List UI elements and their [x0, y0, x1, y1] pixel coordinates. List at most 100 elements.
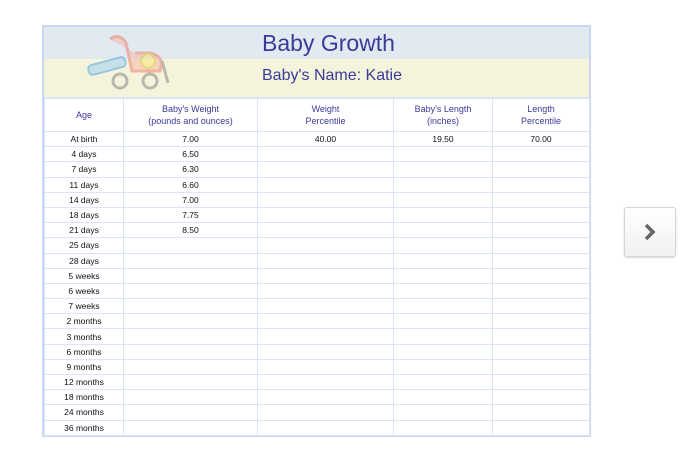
table-cell: 21 days	[44, 222, 124, 239]
table-row: 28 days	[44, 252, 590, 269]
table-cell	[123, 419, 258, 436]
table-row: 5 weeks	[44, 267, 590, 284]
table-row: 6 weeks	[44, 282, 590, 300]
table-cell: 14 days	[44, 191, 124, 208]
table-cell: 6.50	[123, 146, 258, 163]
table-cell	[257, 191, 394, 208]
table-row: 7 weeks	[44, 298, 590, 315]
table-row: 9 months	[44, 358, 590, 376]
growth-table: Age Baby's Weight (pounds and ounces) Weigh…	[44, 98, 590, 436]
table-cell	[257, 222, 394, 239]
table-cell	[492, 328, 590, 345]
table-cell	[257, 282, 394, 300]
table-cell	[393, 313, 493, 330]
table-cell	[492, 267, 590, 284]
table-cell	[492, 389, 590, 406]
table-cell	[393, 176, 493, 193]
table-cell	[393, 267, 493, 284]
baby-stroller-icon	[87, 35, 170, 90]
table-cell	[123, 267, 258, 284]
table-cell: 70.00	[492, 130, 590, 148]
next-button[interactable]	[624, 207, 676, 257]
table-cell: 18 months	[44, 389, 124, 406]
table-row: 18 months	[44, 389, 590, 406]
table-row: 12 months	[44, 373, 590, 391]
table-row: 25 days	[44, 237, 590, 254]
table-cell	[393, 161, 493, 178]
table-cell: 2 months	[44, 313, 124, 330]
table-cell	[257, 373, 394, 391]
table-cell	[393, 298, 493, 315]
sheet-title: Baby Growth	[262, 30, 395, 56]
table-cell	[393, 419, 493, 436]
table-cell	[492, 419, 590, 436]
table-cell	[492, 237, 590, 254]
table-cell: 7.75	[123, 206, 258, 224]
table-cell: At birth	[44, 130, 124, 148]
table-cell	[492, 404, 590, 421]
table-cell	[492, 206, 590, 224]
table-cell	[492, 146, 590, 163]
table-cell	[257, 343, 394, 360]
table-cell: 4 days	[44, 146, 124, 163]
table-cell	[393, 389, 493, 406]
table-cell	[257, 206, 394, 224]
table-cell: 6.30	[123, 161, 258, 178]
table-cell: 11 days	[44, 176, 124, 193]
table-cell	[257, 176, 394, 193]
table-row: 4 days 6.50	[44, 146, 590, 163]
table-cell: 7.00	[123, 191, 258, 208]
table-cell	[393, 282, 493, 300]
table-cell: 40.00	[257, 130, 394, 148]
table-cell	[257, 419, 394, 436]
column-header-line: (pounds and ounces)	[148, 116, 233, 126]
table-cell	[492, 373, 590, 391]
table-cell	[393, 404, 493, 421]
spreadsheet-preview: Baby Growth Baby's Name: Katie Age Baby's…	[42, 25, 591, 437]
table-cell: 6 weeks	[44, 282, 124, 300]
table-cell	[393, 206, 493, 224]
table-cell	[393, 373, 493, 391]
table-cell	[393, 252, 493, 269]
table-cell	[492, 358, 590, 376]
table-row: 21 days 8.50	[44, 222, 590, 239]
table-cell	[257, 313, 394, 330]
chevron-right-icon	[644, 223, 656, 241]
baby-name: Baby's Name: Katie	[262, 67, 403, 84]
table-cell	[393, 358, 493, 376]
table-cell	[123, 343, 258, 360]
table-cell: 8.50	[123, 222, 258, 239]
table-cell: 25 days	[44, 237, 124, 254]
table-cell	[123, 404, 258, 421]
table-cell	[492, 222, 590, 239]
table-cell	[257, 404, 394, 421]
table-cell	[492, 252, 590, 269]
table-cell	[393, 222, 493, 239]
table-cell	[393, 237, 493, 254]
table-row: 7 days 6.30	[44, 161, 590, 178]
column-header: Length Percentile	[492, 98, 590, 132]
table-cell	[393, 191, 493, 208]
column-header-line: (inches)	[426, 116, 459, 126]
table-cell: 7 weeks	[44, 298, 124, 315]
table-cell	[123, 298, 258, 315]
table-cell: 19.50	[393, 130, 493, 148]
table-row: 14 days 7.00	[44, 191, 590, 208]
column-header-line: Percentile	[305, 116, 346, 126]
table-cell	[492, 313, 590, 330]
table-cell	[492, 191, 590, 208]
table-cell	[123, 252, 258, 269]
column-header-line: Baby's Length	[414, 104, 472, 114]
column-header-line: Weight	[311, 104, 340, 114]
table-row: At birth 7.00 40.00 19.50 70.00	[44, 130, 590, 148]
column-header: Baby's Length (inches)	[393, 98, 493, 132]
table-cell: 9 months	[44, 358, 124, 376]
table-cell: 6 months	[44, 343, 124, 360]
table-row: 6 months	[44, 343, 590, 360]
table-row: 2 months	[44, 313, 590, 330]
table-cell: 36 months	[44, 419, 124, 436]
table-row: 18 days 7.75	[44, 206, 590, 224]
table-cell: 7.00	[123, 130, 258, 148]
table-cell: 18 days	[44, 206, 124, 224]
table-cell	[492, 282, 590, 300]
